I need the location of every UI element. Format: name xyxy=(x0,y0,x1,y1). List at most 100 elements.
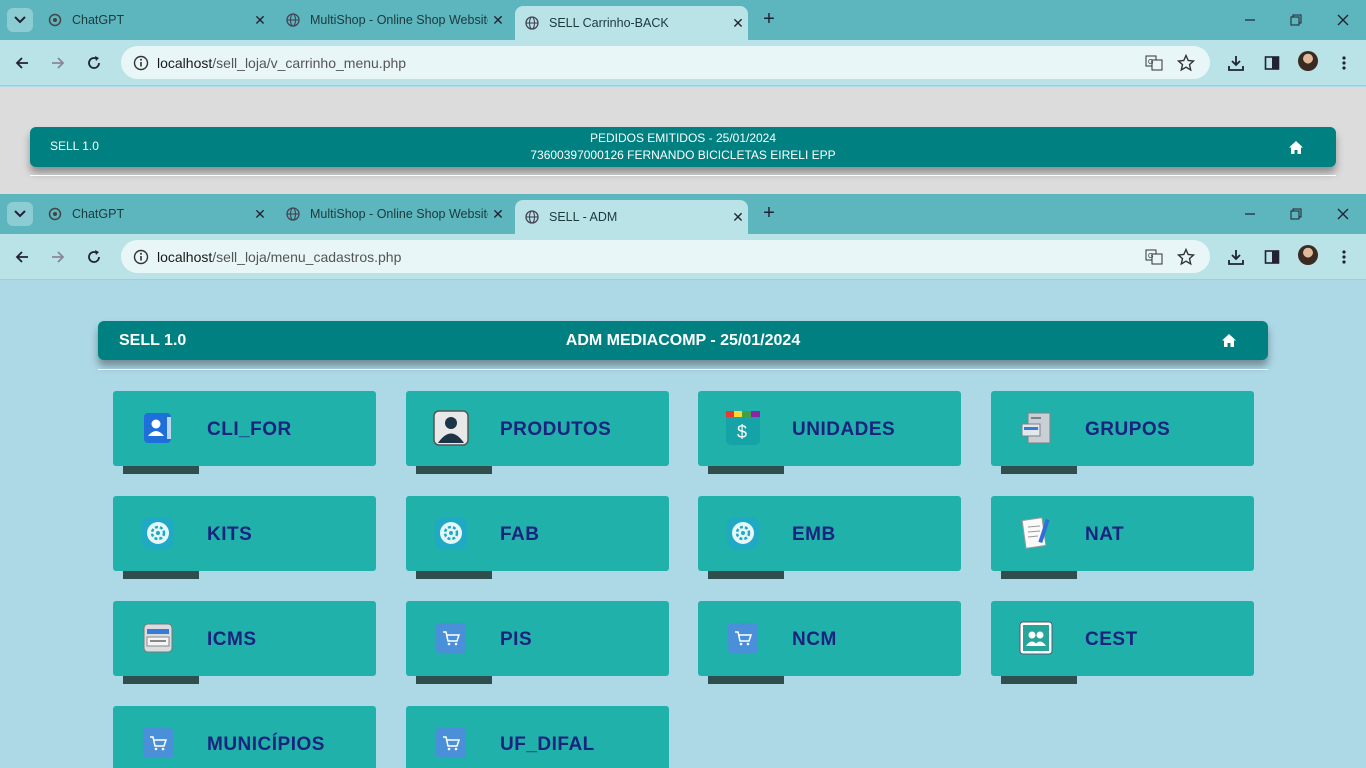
forward-button[interactable] xyxy=(46,51,70,75)
menu-card-ncm[interactable]: NCM xyxy=(698,601,961,684)
translate-icon[interactable]: G xyxy=(1142,51,1166,75)
close-window-button[interactable] xyxy=(1332,8,1354,32)
globe-icon xyxy=(525,16,539,30)
gear-icon xyxy=(140,515,176,551)
page-content-1: SELL 1.0 PEDIDOS EMITIDOS - 25/01/2024 7… xyxy=(0,87,1366,194)
tab-chatgpt[interactable]: ChatGPT ✕ xyxy=(38,0,270,40)
card-shadow-bar xyxy=(416,676,492,684)
openai-icon xyxy=(48,207,62,221)
bookmark-star-icon[interactable] xyxy=(1174,245,1198,269)
tab-search-button[interactable] xyxy=(7,8,33,32)
tab-sell-carrinho[interactable]: SELL Carrinho-BACK ✕ xyxy=(515,6,748,40)
tab-multishop[interactable]: MultiShop - Online Shop Website ✕ xyxy=(276,0,508,40)
card-shadow-bar xyxy=(416,571,492,579)
close-tab-icon[interactable]: ✕ xyxy=(728,15,748,32)
download-icon xyxy=(1228,56,1244,71)
divider xyxy=(30,175,1336,176)
side-panel-button[interactable] xyxy=(1260,51,1284,75)
side-panel-button[interactable] xyxy=(1260,245,1284,269)
url-text[interactable]: localhost/sell_loja/menu_cadastros.php xyxy=(157,249,401,265)
menu-card-nat[interactable]: NAT xyxy=(991,496,1254,579)
info-icon[interactable] xyxy=(129,245,153,269)
menu-card-kits[interactable]: KITS xyxy=(113,496,376,579)
new-tab-button[interactable]: + xyxy=(758,202,780,226)
arrow-right-icon xyxy=(52,251,65,263)
menu-card-emb[interactable]: EMB xyxy=(698,496,961,579)
menu-card-label: UF_DIFAL xyxy=(500,734,595,755)
page-title: ADM MEDIACOMP - 25/01/2024 xyxy=(565,332,801,349)
forward-button[interactable] xyxy=(46,245,70,269)
home-icon[interactable] xyxy=(1287,138,1305,156)
tab-multishop[interactable]: MultiShop - Online Shop Website ✕ xyxy=(276,194,508,234)
menu-card-cest[interactable]: CEST xyxy=(991,601,1254,684)
menu-card-label: GRUPOS xyxy=(1085,419,1171,440)
menu-card-label: MUNICÍPIOS xyxy=(207,734,325,755)
menu-card-grupos[interactable]: GRUPOS xyxy=(991,391,1254,474)
tab-chatgpt[interactable]: ChatGPT ✕ xyxy=(38,194,270,234)
card-shadow-bar xyxy=(708,571,784,579)
menu-card-produtos[interactable]: PRODUTOS xyxy=(406,391,669,474)
menu-card-cli-for[interactable]: CLI_FOR xyxy=(113,391,376,474)
profile-avatar[interactable] xyxy=(1298,51,1318,71)
close-tab-icon[interactable]: ✕ xyxy=(488,12,508,29)
new-tab-button[interactable]: + xyxy=(758,8,780,32)
menu-card-pis[interactable]: PIS xyxy=(406,601,669,684)
back-button[interactable] xyxy=(10,51,34,75)
divider xyxy=(98,369,1268,370)
downloads-button[interactable] xyxy=(1224,245,1248,269)
address-bar[interactable]: localhost/sell_loja/v_carrinho_menu.php … xyxy=(121,46,1210,79)
tab-search-button[interactable] xyxy=(7,202,33,226)
reload-button[interactable] xyxy=(82,245,106,269)
menu-card-label: CEST xyxy=(1085,629,1138,650)
globe-icon xyxy=(525,210,539,224)
downloads-button[interactable] xyxy=(1224,51,1248,75)
close-tab-icon[interactable]: ✕ xyxy=(250,12,270,29)
gear-icon xyxy=(725,515,761,551)
kebab-menu-icon xyxy=(1342,56,1346,70)
card-shadow-bar xyxy=(708,466,784,474)
home-icon[interactable] xyxy=(1220,331,1238,349)
url-text[interactable]: localhost/sell_loja/v_carrinho_menu.php xyxy=(157,55,406,71)
menu-card-unidades[interactable]: $ UNIDADES xyxy=(698,391,961,474)
menu-button[interactable] xyxy=(1332,245,1356,269)
tab-sell-adm[interactable]: SELL - ADM ✕ xyxy=(515,200,748,234)
svg-text:$: $ xyxy=(737,422,747,442)
menu-card-icms[interactable]: ICMS xyxy=(113,601,376,684)
address-bar[interactable]: localhost/sell_loja/menu_cadastros.php G xyxy=(121,240,1210,273)
restore-button[interactable] xyxy=(1285,202,1307,226)
side-panel-icon xyxy=(1264,250,1280,264)
tab-bar: ChatGPT ✕ MultiShop - Online Shop Websit… xyxy=(0,194,1366,234)
chevron-down-icon xyxy=(14,16,26,24)
restore-button[interactable] xyxy=(1285,8,1307,32)
browser-window-2: ChatGPT ✕ MultiShop - Online Shop Websit… xyxy=(0,194,1366,768)
info-icon[interactable] xyxy=(129,51,153,75)
menu-button[interactable] xyxy=(1332,51,1356,75)
menu-card-label: NAT xyxy=(1085,524,1125,545)
menu-card-label: PRODUTOS xyxy=(500,419,612,440)
gear-icon xyxy=(433,515,469,551)
svg-text:G: G xyxy=(1148,59,1153,66)
chevron-down-icon xyxy=(14,210,26,218)
arrow-left-icon xyxy=(15,251,28,263)
close-tab-icon[interactable]: ✕ xyxy=(488,206,508,223)
menu-card-fab[interactable]: FAB xyxy=(406,496,669,579)
close-window-button[interactable] xyxy=(1332,202,1354,226)
back-button[interactable] xyxy=(10,245,34,269)
cart-icon xyxy=(433,620,469,656)
reload-button[interactable] xyxy=(82,51,106,75)
translate-icon[interactable]: G xyxy=(1142,245,1166,269)
tab-title: SELL Carrinho-BACK xyxy=(549,16,669,30)
menu-card-label: UNIDADES xyxy=(792,419,896,440)
minimize-button[interactable] xyxy=(1239,8,1261,32)
minimize-button[interactable] xyxy=(1239,202,1261,226)
header-title: PEDIDOS EMITIDOS - 25/01/2024 xyxy=(589,131,777,145)
close-tab-icon[interactable]: ✕ xyxy=(728,209,748,226)
profile-avatar[interactable] xyxy=(1298,245,1318,265)
menu-card-uf-difal[interactable]: UF_DIFAL xyxy=(406,706,669,768)
globe-icon xyxy=(286,13,300,27)
menu-card-municipios[interactable]: MUNICÍPIOS xyxy=(113,706,376,768)
reload-icon xyxy=(88,56,100,69)
close-tab-icon[interactable]: ✕ xyxy=(250,206,270,223)
card-shadow-bar xyxy=(123,571,199,579)
bookmark-star-icon[interactable] xyxy=(1174,51,1198,75)
